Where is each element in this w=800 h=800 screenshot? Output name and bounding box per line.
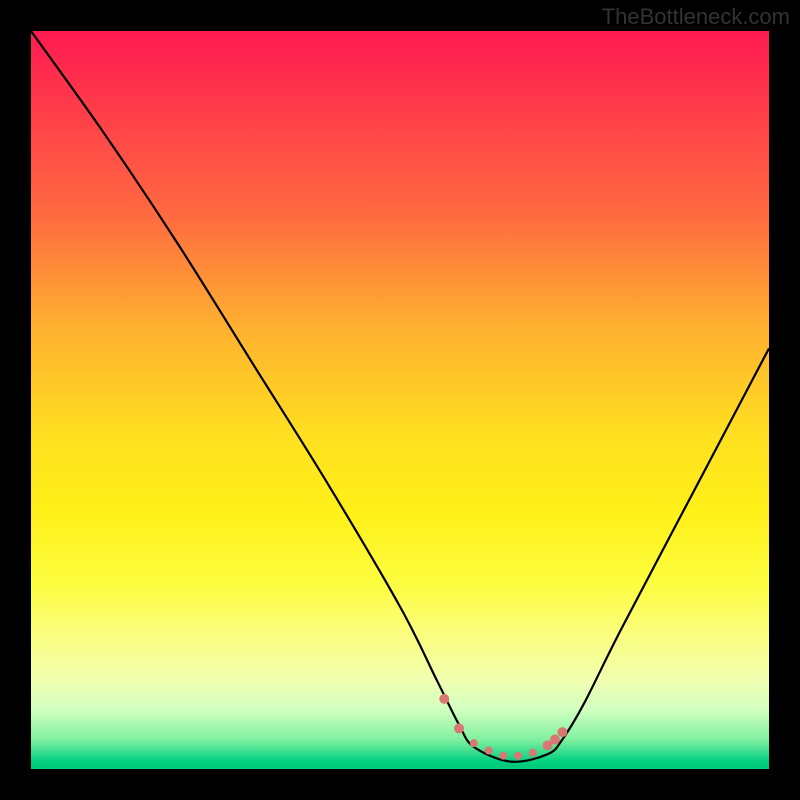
marker-dot: [439, 694, 449, 704]
marker-dot: [529, 749, 537, 757]
chart-svg: [31, 31, 769, 769]
watermark-text: TheBottleneck.com: [602, 4, 790, 30]
marker-dot: [454, 723, 464, 733]
bottleneck-zone-markers: [439, 694, 567, 760]
marker-dot: [550, 734, 560, 744]
marker-dot: [499, 752, 507, 760]
marker-dot: [470, 739, 478, 747]
marker-dot: [514, 752, 522, 760]
bottleneck-curve-path: [31, 31, 769, 762]
marker-dot: [557, 727, 567, 737]
marker-dot: [485, 747, 493, 755]
